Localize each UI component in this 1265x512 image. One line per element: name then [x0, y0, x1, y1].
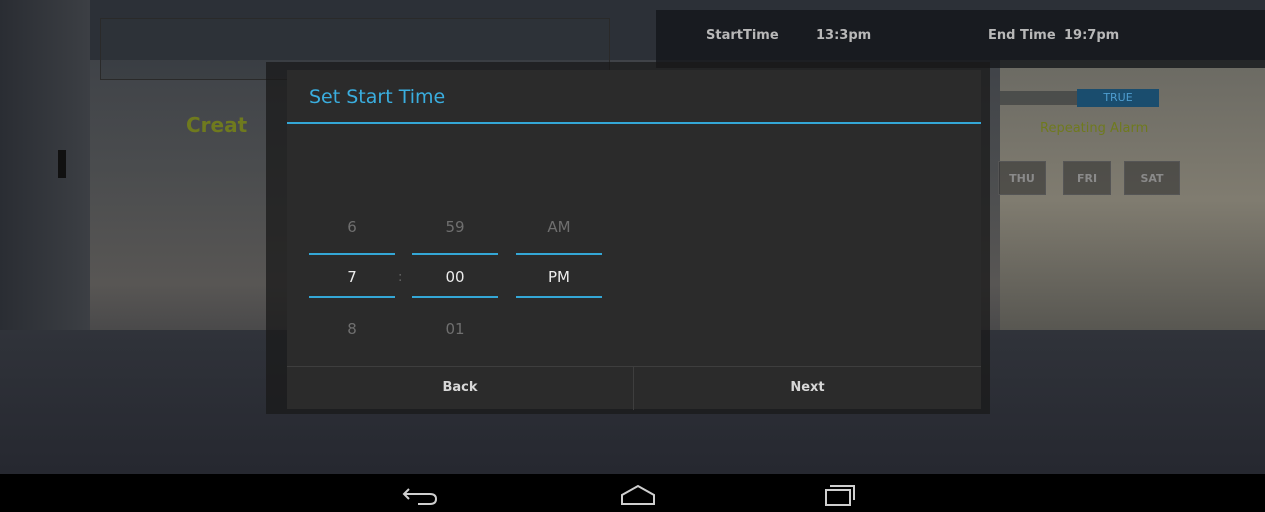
ampm-upper-divider: [516, 253, 602, 255]
ampm-current[interactable]: PM: [516, 268, 602, 286]
next-button[interactable]: Next: [634, 367, 981, 410]
ampm-picker[interactable]: AM PM: [516, 70, 602, 366]
hour-next[interactable]: 8: [309, 320, 395, 338]
toggle-track: [1000, 91, 1077, 105]
recent-apps-icon: [825, 485, 855, 506]
true-toggle: TRUE: [1077, 89, 1159, 107]
system-nav-bar: [0, 474, 1265, 512]
minute-upper-divider: [412, 253, 498, 255]
hour-picker[interactable]: 6 7 8: [309, 70, 395, 366]
hour-current[interactable]: 7: [309, 268, 395, 286]
minute-next[interactable]: 01: [412, 320, 498, 338]
minute-prev[interactable]: 59: [412, 218, 498, 236]
hour-upper-divider: [309, 253, 395, 255]
ampm-prev[interactable]: AM: [516, 218, 602, 236]
nav-recent-apps-button[interactable]: [808, 474, 868, 512]
back-icon: [402, 488, 438, 505]
nav-back-button[interactable]: [390, 474, 450, 512]
end-time-value: 19:7pm: [1064, 28, 1120, 43]
home-icon: [621, 484, 655, 505]
nav-home-button[interactable]: [610, 474, 670, 512]
repeating-alarm-label: Repeating Alarm: [1040, 121, 1149, 136]
start-time-label: StartTime: [706, 28, 779, 43]
hour-lower-divider: [309, 296, 395, 298]
minute-current[interactable]: 00: [412, 268, 498, 286]
ampm-lower-divider: [516, 296, 602, 298]
background-door-handle: [58, 150, 66, 178]
day-sat: SAT: [1124, 161, 1180, 195]
minute-picker[interactable]: 59 00 01: [412, 70, 498, 366]
start-time-value: 13:3pm: [816, 28, 872, 43]
back-button[interactable]: Back: [287, 367, 633, 410]
day-fri: FRI: [1063, 161, 1111, 195]
hour-prev[interactable]: 6: [309, 218, 395, 236]
time-separator: :: [398, 270, 403, 285]
create-title: Creat: [186, 113, 248, 137]
day-thu: THU: [998, 161, 1046, 195]
minute-lower-divider: [412, 296, 498, 298]
end-time-label: End Time: [988, 28, 1056, 43]
dialog-button-bar: Back Next: [287, 366, 981, 410]
set-start-time-dialog: Set Start Time 6 7 8 : 59 00 01 AM PM Ba…: [287, 70, 981, 410]
